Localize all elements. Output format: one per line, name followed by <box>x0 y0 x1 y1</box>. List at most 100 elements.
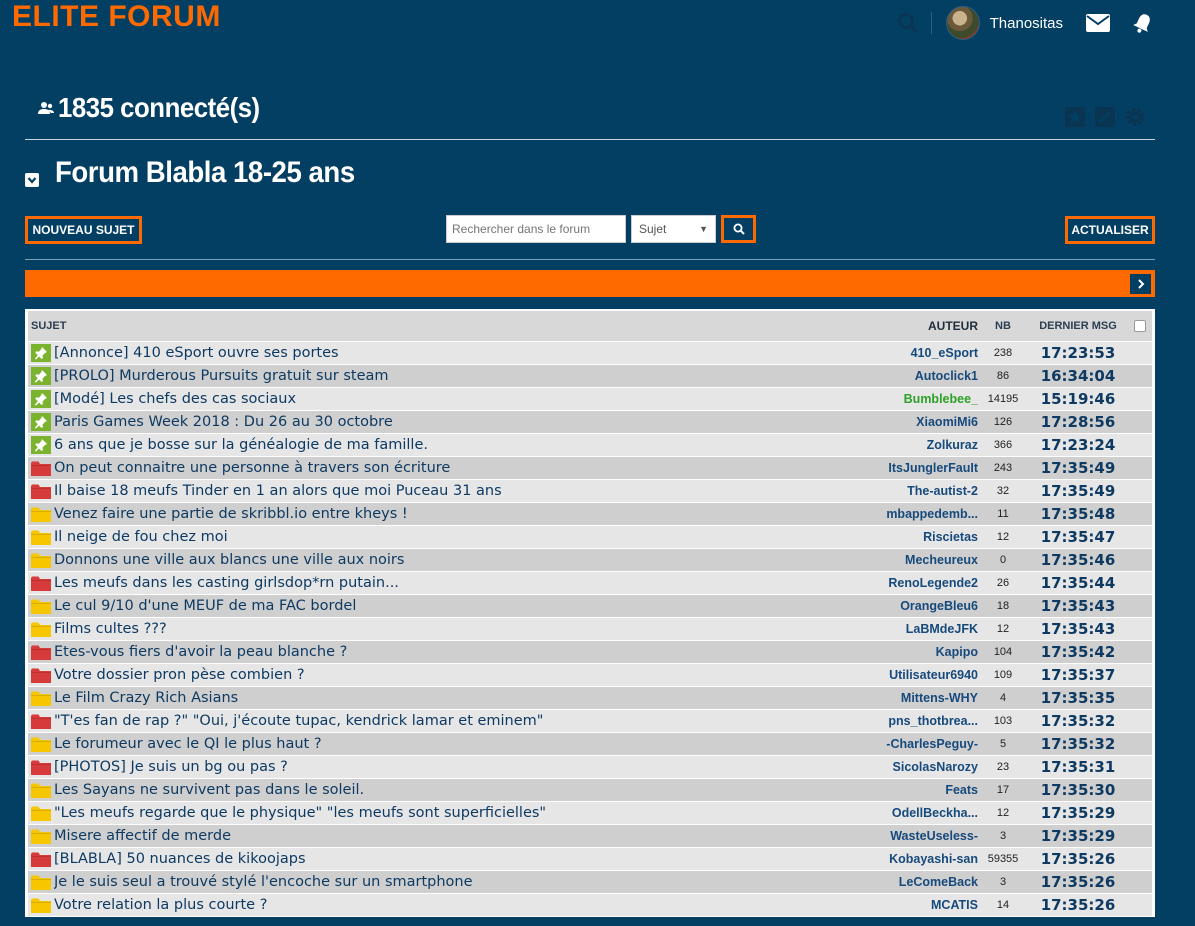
author-link[interactable]: The-autist-2 <box>872 484 978 498</box>
last-message-time[interactable]: 15:19:46 <box>1028 390 1128 408</box>
topic-title-link[interactable]: Films cultes ??? <box>54 621 872 637</box>
topic-title-link[interactable]: Le cul 9/10 d'une MEUF de ma FAC bordel <box>54 598 872 614</box>
topic-title-link[interactable]: "Les meufs regarde que le physique" "les… <box>54 805 872 821</box>
author-link[interactable]: LeComeBack <box>872 875 978 889</box>
author-link[interactable]: Mittens-WHY <box>872 691 978 705</box>
topic-title-link[interactable]: Misere affectif de merde <box>54 828 872 844</box>
topic-title-link[interactable]: Il baise 18 meufs Tinder en 1 an alors q… <box>54 483 872 499</box>
table-row[interactable]: Paris Games Week 2018 : Du 26 au 30 octo… <box>28 410 1152 433</box>
site-logo[interactable]: ELITE FORUM <box>12 0 221 34</box>
table-row[interactable]: 6 ans que je bosse sur la généalogie de … <box>28 433 1152 456</box>
last-message-time[interactable]: 17:35:44 <box>1028 574 1128 592</box>
last-message-time[interactable]: 17:23:24 <box>1028 436 1128 454</box>
table-row[interactable]: Le forumeur avec le QI le plus haut ? -Ch… <box>28 732 1152 755</box>
author-link[interactable]: OrangeBleu6 <box>872 599 978 613</box>
author-link[interactable]: LaBMdeJFK <box>872 622 978 636</box>
table-row[interactable]: Films cultes ??? LaBMdeJFK 12 17:35:43 <box>28 617 1152 640</box>
topic-title-link[interactable]: Le Film Crazy Rich Asians <box>54 690 872 706</box>
topic-title-link[interactable]: [Annonce] 410 eSport ouvre ses portes <box>54 345 872 361</box>
author-link[interactable]: Zolkuraz <box>872 438 978 452</box>
author-link[interactable]: mbappedemb... <box>872 507 978 521</box>
table-row[interactable]: [BLABLA] 50 nuances de kikoojaps Kobayash… <box>28 847 1152 870</box>
topic-title-link[interactable]: Je le suis seul a trouvé stylé l'encoche… <box>54 874 872 890</box>
next-page-button[interactable] <box>1130 274 1151 294</box>
author-link[interactable]: Feats <box>872 783 978 797</box>
author-link[interactable]: Autoclick1 <box>872 369 978 383</box>
last-message-time[interactable]: 17:35:29 <box>1028 827 1128 845</box>
author-link[interactable]: pns_thotbrea... <box>872 714 978 728</box>
topic-title-link[interactable]: On peut connaitre une personne à travers… <box>54 460 872 476</box>
author-link[interactable]: Kapipo <box>872 645 978 659</box>
table-row[interactable]: [Modé] Les chefs des cas sociaux Bumblebe… <box>28 387 1152 410</box>
table-row[interactable]: [PROLO] Murderous Pursuits gratuit sur s… <box>28 364 1152 387</box>
table-row[interactable]: Venez faire une partie de skribbl.io ent… <box>28 502 1152 525</box>
last-message-time[interactable]: 17:23:53 <box>1028 344 1128 362</box>
author-link[interactable]: Mecheureux <box>872 553 978 567</box>
table-row[interactable]: [PHOTOS] Je suis un bg ou pas ? SicolasNa… <box>28 755 1152 778</box>
chevron-down-icon[interactable] <box>25 173 39 187</box>
last-message-time[interactable]: 17:28:56 <box>1028 413 1128 431</box>
mail-icon[interactable] <box>1085 13 1111 33</box>
search-input[interactable] <box>446 215 626 243</box>
last-message-time[interactable]: 17:35:26 <box>1028 850 1128 868</box>
last-message-time[interactable]: 17:35:49 <box>1028 459 1128 477</box>
last-message-time[interactable]: 17:35:49 <box>1028 482 1128 500</box>
last-message-time[interactable]: 17:35:32 <box>1028 712 1128 730</box>
select-all-checkbox[interactable] <box>1134 320 1146 332</box>
topic-title-link[interactable]: Votre relation la plus courte ? <box>54 897 872 913</box>
table-row[interactable]: Misere affectif de merde WasteUseless- 3 17… <box>28 824 1152 847</box>
gear-icon[interactable] <box>1124 106 1146 128</box>
author-link[interactable]: WasteUseless- <box>872 829 978 843</box>
last-message-time[interactable]: 17:35:26 <box>1028 873 1128 891</box>
author-link[interactable]: RenoLegende2 <box>872 576 978 590</box>
topic-title-link[interactable]: Les Sayans ne survivent pas dans le sole… <box>54 782 872 798</box>
last-message-time[interactable]: 17:35:30 <box>1028 781 1128 799</box>
table-row[interactable]: Etes-vous fiers d'avoir la peau blanche … <box>28 640 1152 663</box>
last-message-time[interactable]: 17:35:47 <box>1028 528 1128 546</box>
last-message-time[interactable]: 17:35:43 <box>1028 597 1128 615</box>
bell-icon[interactable] <box>1131 11 1155 35</box>
author-link[interactable]: SicolasNarozy <box>872 760 978 774</box>
author-link[interactable]: MCATIS <box>872 898 978 912</box>
table-row[interactable]: Les Sayans ne survivent pas dans le sole… <box>28 778 1152 801</box>
last-message-time[interactable]: 17:35:43 <box>1028 620 1128 638</box>
last-message-time[interactable]: 17:35:48 <box>1028 505 1128 523</box>
username[interactable]: Thanositas <box>990 15 1063 32</box>
table-row[interactable]: "T'es fan de rap ?" "Oui, j'écoute tupac… <box>28 709 1152 732</box>
edit-icon[interactable] <box>1094 106 1116 128</box>
last-message-time[interactable]: 17:35:29 <box>1028 804 1128 822</box>
table-row[interactable]: Les meufs dans les casting girlsdop*rn p… <box>28 571 1152 594</box>
table-row[interactable]: "Les meufs regarde que le physique" "les… <box>28 801 1152 824</box>
author-link[interactable]: Kobayashi-san <box>872 852 978 866</box>
table-row[interactable]: Votre relation la plus courte ? MCATIS 14 1… <box>28 893 1152 916</box>
last-message-time[interactable]: 17:35:46 <box>1028 551 1128 569</box>
search-scope-select[interactable]: Sujet ▼ <box>631 215 716 243</box>
table-row[interactable]: Donnons une ville aux blancs une ville a… <box>28 548 1152 571</box>
topic-title-link[interactable]: "T'es fan de rap ?" "Oui, j'écoute tupac… <box>54 713 872 729</box>
table-row[interactable]: Je le suis seul a trouvé stylé l'encoche… <box>28 870 1152 893</box>
search-icon[interactable] <box>897 12 919 34</box>
topic-title-link[interactable]: Venez faire une partie de skribbl.io ent… <box>54 506 872 522</box>
topic-title-link[interactable]: Les meufs dans les casting girlsdop*rn p… <box>54 575 872 591</box>
topic-title-link[interactable]: [Modé] Les chefs des cas sociaux <box>54 391 872 407</box>
last-message-time[interactable]: 17:35:42 <box>1028 643 1128 661</box>
table-row[interactable]: Le Film Crazy Rich Asians Mittens-WHY 4 17:… <box>28 686 1152 709</box>
topic-title-link[interactable]: Etes-vous fiers d'avoir la peau blanche … <box>54 644 872 660</box>
table-row[interactable]: On peut connaitre une personne à travers… <box>28 456 1152 479</box>
last-message-time[interactable]: 17:35:31 <box>1028 758 1128 776</box>
last-message-time[interactable]: 17:35:26 <box>1028 896 1128 914</box>
author-link[interactable]: XiaomiMi6 <box>872 415 978 429</box>
table-row[interactable]: Le cul 9/10 d'une MEUF de ma FAC bordel O… <box>28 594 1152 617</box>
author-link[interactable]: 410_eSport <box>872 346 978 360</box>
star-icon[interactable] <box>1064 106 1086 128</box>
author-link[interactable]: -CharlesPeguy- <box>872 737 978 751</box>
last-message-time[interactable]: 17:35:35 <box>1028 689 1128 707</box>
topic-title-link[interactable]: Il neige de fou chez moi <box>54 529 872 545</box>
author-link[interactable]: Riscietas <box>872 530 978 544</box>
topic-title-link[interactable]: 6 ans que je bosse sur la généalogie de … <box>54 437 872 453</box>
topic-title-link[interactable]: Paris Games Week 2018 : Du 26 au 30 octo… <box>54 414 872 430</box>
author-link[interactable]: Utilisateur6940 <box>872 668 978 682</box>
topic-title-link[interactable]: [PROLO] Murderous Pursuits gratuit sur s… <box>54 368 872 384</box>
last-message-time[interactable]: 16:34:04 <box>1028 367 1128 385</box>
topic-title-link[interactable]: Le forumeur avec le QI le plus haut ? <box>54 736 872 752</box>
